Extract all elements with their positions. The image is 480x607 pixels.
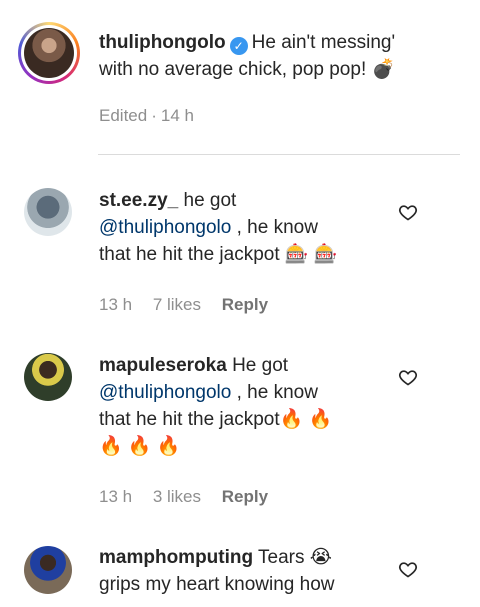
comment-likes[interactable]: 7 likes [153,295,201,314]
comment-line-3: that he hit the jackpot 🎰 🎰 [99,244,338,265]
comment-pre: He got [232,355,289,376]
caption-text: thuliphongolo ✓ He ain't messing' with no … [99,29,439,83]
comment-avatar[interactable] [24,353,72,401]
comment-username[interactable]: mapuleseroka [99,355,227,376]
comment-mention[interactable]: @thuliphongolo [99,382,231,403]
reply-button[interactable]: Reply [222,487,268,506]
caption-line-2: with no average chick, pop pop! 💣 [99,59,396,80]
comment-mention[interactable]: @thuliphongolo [99,217,231,238]
comment-meta: 13 h 3 likes Reply [99,487,284,507]
comment-time: 13 h [99,295,133,314]
heart-outline-icon[interactable] [398,202,418,222]
comment-after-mention: , he know [236,382,318,403]
avatar-ring-gap [21,25,77,81]
comment-text: mapuleseroka He got @thuliphongolo , he … [99,352,399,460]
meta-separator: · [151,106,157,125]
comment-after-mention: , he know [236,217,318,238]
comment-username[interactable]: st.ee.zy_ [99,190,178,211]
edited-label: Edited [99,106,148,125]
reply-button[interactable]: Reply [222,295,268,314]
heart-outline-icon[interactable] [398,367,418,387]
comment-line-2: grips my heart knowing how [99,574,335,595]
comment-line-3: that he hit the jackpot🔥 🔥 [99,409,333,430]
caption-avatar[interactable] [18,22,80,84]
comment-username[interactable]: mamphomputing [99,547,253,568]
comment-text: mamphomputing Tears 😭 grips my heart kno… [99,544,399,598]
comment-avatar[interactable] [24,188,72,236]
caption-time: 14 h [160,106,194,125]
comment-pre: Tears 😭 [258,547,332,568]
caption-username[interactable]: thuliphongolo [99,32,226,53]
comment-time: 13 h [99,487,133,506]
caption-line-1: He ain't messing' [251,32,396,53]
post-caption: thuliphongolo ✓ He ain't messing' with no … [0,0,480,160]
avatar-photo [24,28,74,78]
comment-meta: 13 h 7 likes Reply [99,295,284,315]
caption-divider [98,154,460,155]
comment-likes[interactable]: 3 likes [153,487,201,506]
caption-meta: Edited · 14 h [99,106,210,126]
comment-line-4: 🔥 🔥 🔥 [99,436,181,457]
comment-pre: he got [183,190,237,211]
verified-badge-icon: ✓ [229,37,248,55]
comment-avatar[interactable] [24,546,72,594]
comment-text: st.ee.zy_ he got @thuliphongolo , he kno… [99,187,399,268]
heart-outline-icon[interactable] [398,559,418,579]
